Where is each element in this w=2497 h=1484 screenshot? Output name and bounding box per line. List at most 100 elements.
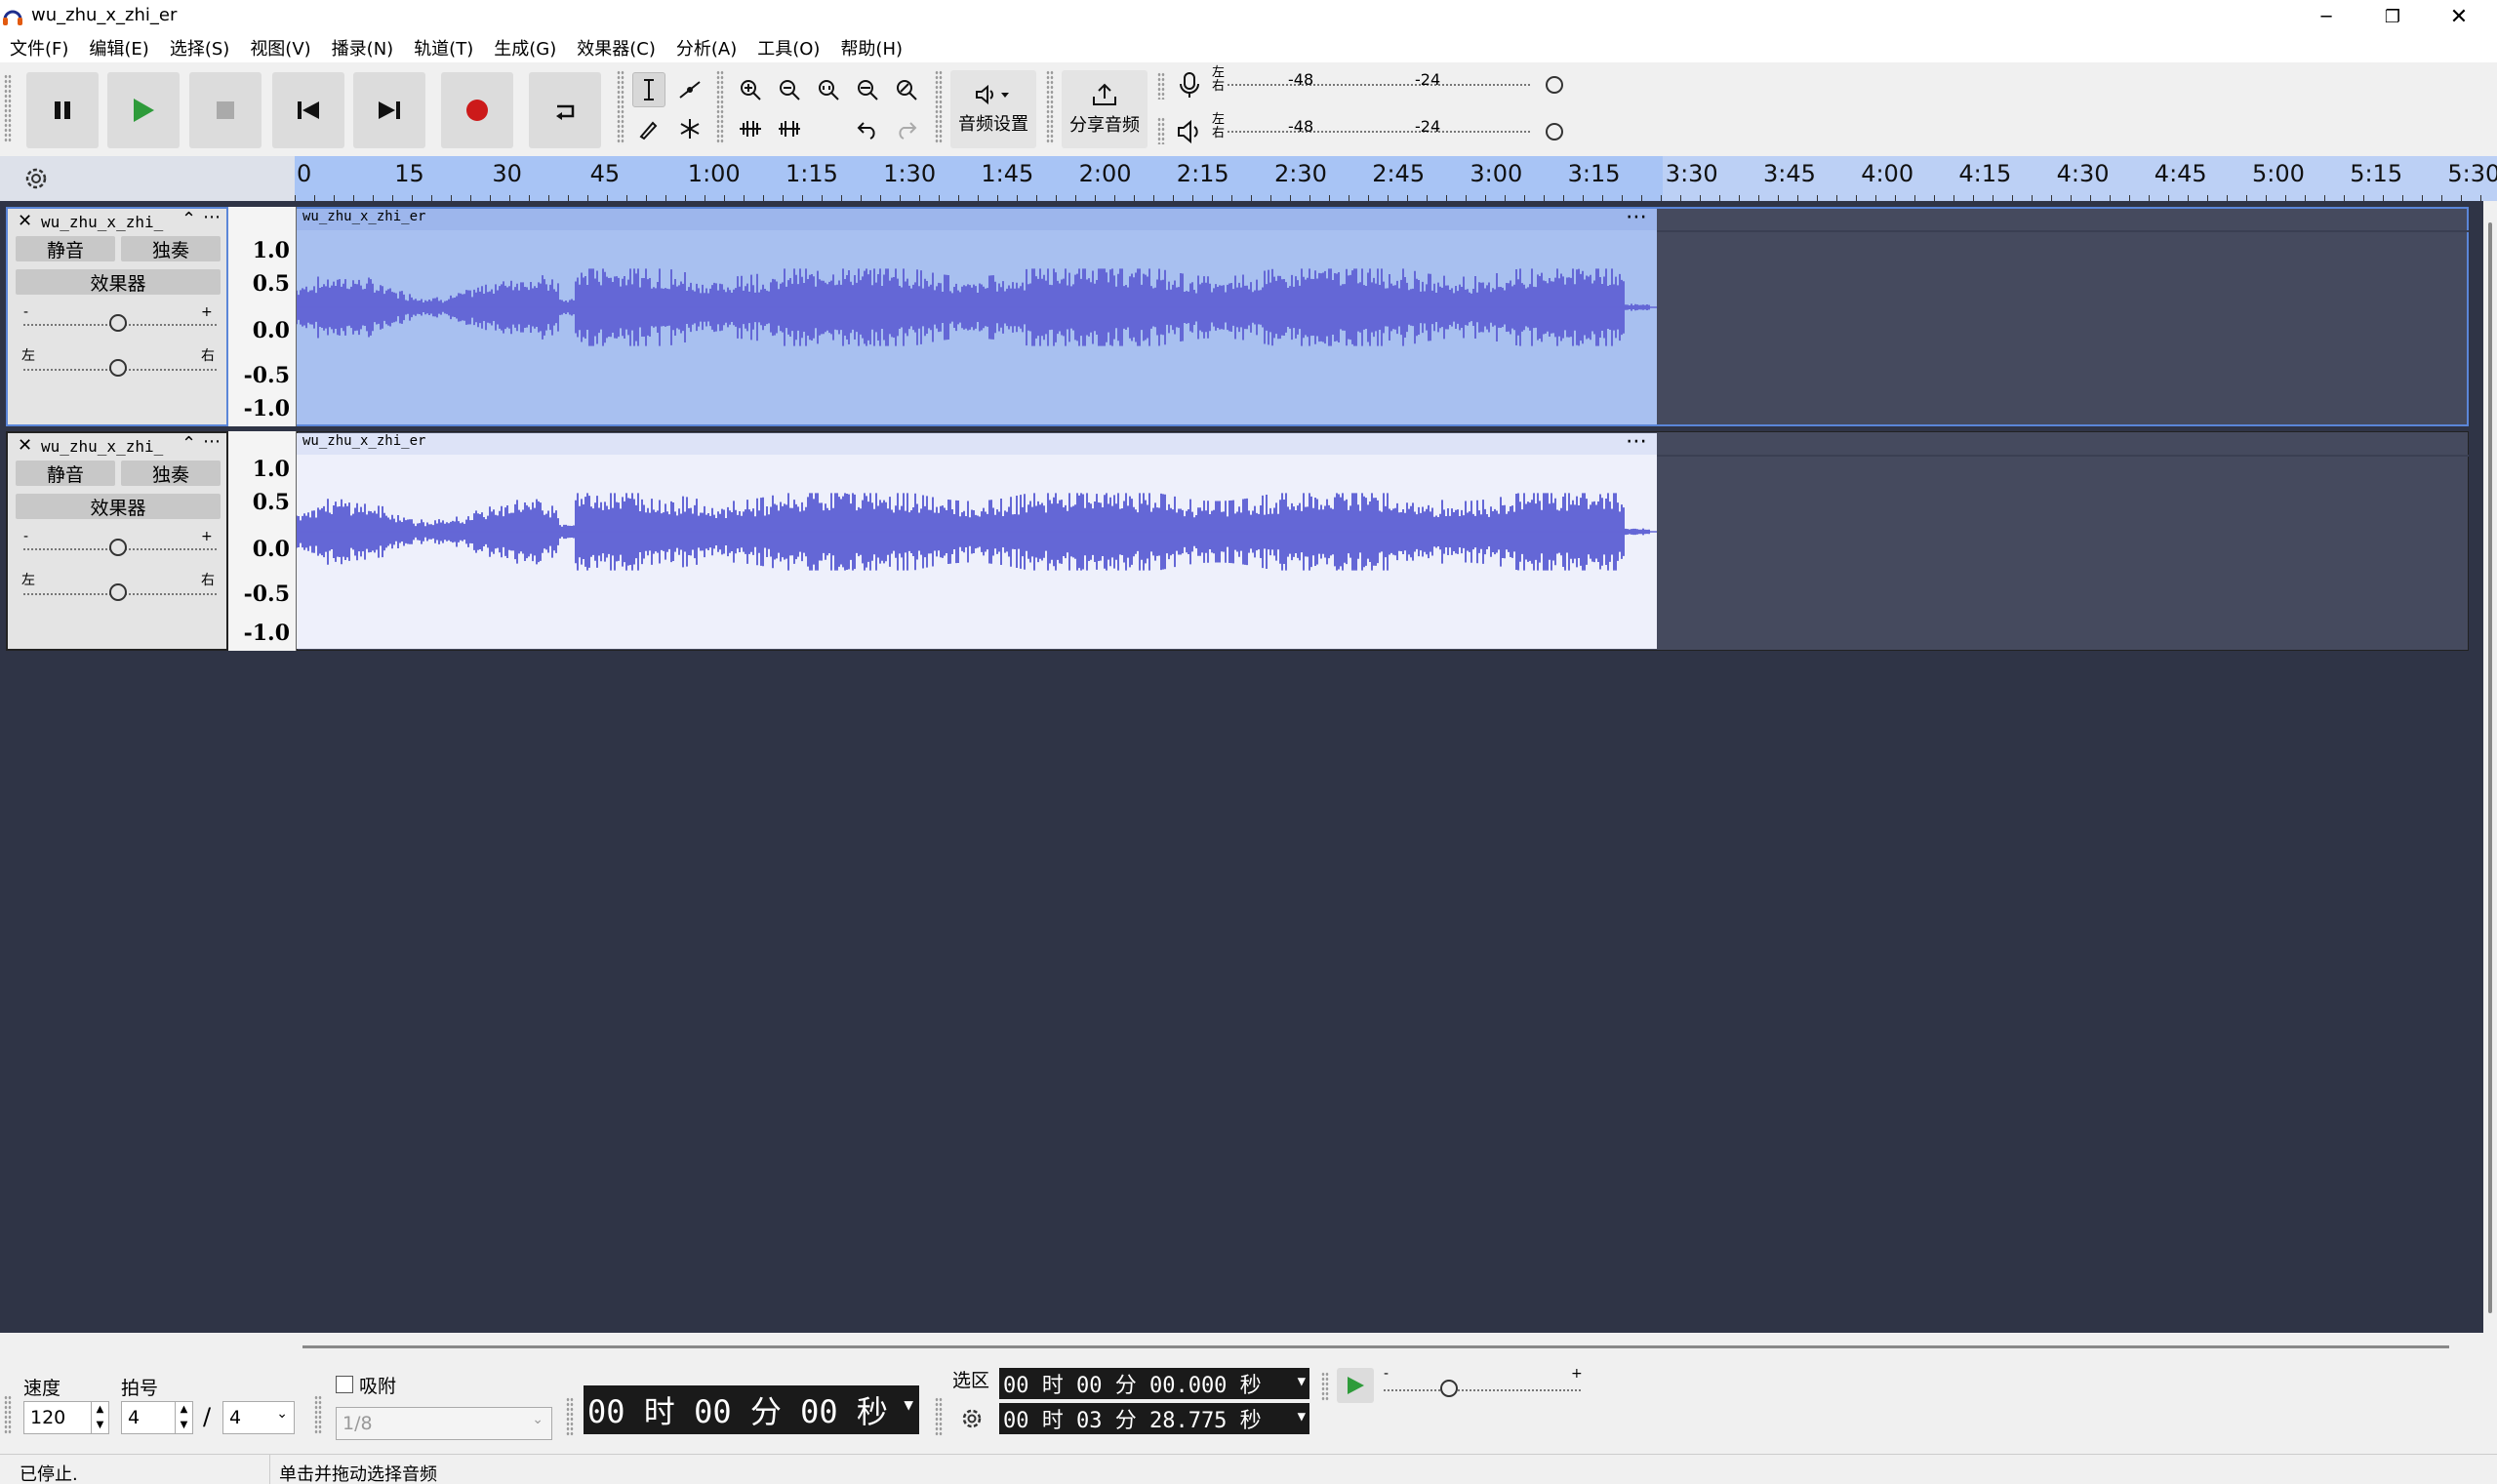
- time-sig-bottom-select[interactable]: 4 ⌄: [222, 1401, 295, 1434]
- menu-select[interactable]: 选择(S): [170, 35, 229, 60]
- time-grip[interactable]: [566, 1397, 574, 1436]
- minimize-button[interactable]: ─: [2293, 0, 2359, 33]
- play-meter-grip[interactable]: [1157, 117, 1165, 144]
- audio-setup-button[interactable]: 音频设置: [950, 70, 1036, 148]
- track-menu-icon[interactable]: ⋯: [203, 431, 221, 452]
- play-at-speed-button[interactable]: [1337, 1368, 1374, 1403]
- snap-select[interactable]: 1/8 ⌄: [336, 1407, 552, 1440]
- track-control-panel[interactable]: ✕ wu_zhu_x_zhi_ ⌃ ⋯ 静音 独奏 效果器 - + 左 右: [6, 207, 228, 426]
- effects-button[interactable]: 效果器: [16, 269, 221, 295]
- amplitude-scale[interactable]: 1.0 0.5 0.0 -0.5 -1.0: [228, 207, 297, 426]
- selection-start-display[interactable]: 00 时 00 分 00.000 秒 ▼: [999, 1368, 1309, 1399]
- vertical-scrollbar[interactable]: [2483, 201, 2497, 1333]
- track-menu-icon[interactable]: ⋯: [203, 207, 221, 227]
- record-meter-grip[interactable]: [1157, 72, 1165, 100]
- time-signature-grip[interactable]: [4, 1395, 12, 1434]
- close-window-button[interactable]: ✕: [2426, 0, 2492, 33]
- record-button[interactable]: [441, 72, 513, 148]
- clip-menu-icon[interactable]: ⋯: [1626, 429, 1647, 454]
- menu-transport[interactable]: 播录(N): [332, 35, 394, 60]
- record-meter-knob[interactable]: [1546, 76, 1563, 94]
- zoom-toggle-button[interactable]: [890, 72, 923, 107]
- microphone-icon[interactable]: [1175, 70, 1204, 100]
- trim-outside-button[interactable]: [734, 111, 767, 146]
- mute-button[interactable]: 静音: [16, 461, 115, 486]
- audio-clip[interactable]: wu_zhu_x_zhi_er ⋯: [297, 429, 1657, 649]
- clip-header[interactable]: wu_zhu_x_zhi_er: [297, 433, 1657, 455]
- share-grip[interactable]: [1046, 70, 1054, 144]
- playback-speed-slider[interactable]: [1440, 1380, 1458, 1397]
- horizontal-scrollbar[interactable]: [0, 1333, 2497, 1348]
- fit-project-button[interactable]: [851, 72, 884, 107]
- position-time-display[interactable]: 00 时 00 分 00 秒 ▼: [584, 1385, 919, 1434]
- track-area[interactable]: ✕ wu_zhu_x_zhi_ ⌃ ⋯ 静音 独奏 效果器 - + 左 右 1.…: [0, 201, 2483, 1333]
- share-audio-button[interactable]: 分享音频: [1062, 70, 1148, 148]
- pan-slider[interactable]: [109, 583, 127, 601]
- skip-to-start-button[interactable]: [272, 72, 344, 148]
- gain-slider[interactable]: [109, 539, 127, 556]
- record-meter[interactable]: -48 -24: [1228, 70, 1563, 98]
- timeline-settings-icon[interactable]: [21, 164, 51, 193]
- undo-button[interactable]: [851, 111, 884, 146]
- speaker-icon[interactable]: [1175, 117, 1204, 146]
- selection-settings-icon[interactable]: [958, 1405, 986, 1432]
- gain-slider[interactable]: [109, 314, 127, 332]
- time-format-dropdown-icon[interactable]: ▼: [1298, 1409, 1306, 1424]
- menu-file[interactable]: 文件(F): [10, 35, 68, 60]
- audio-clip[interactable]: wu_zhu_x_zhi_er ⋯: [297, 205, 1657, 424]
- zoom-out-button[interactable]: [773, 72, 806, 107]
- selection-end-display[interactable]: 00 时 03 分 28.775 秒 ▼: [999, 1403, 1309, 1434]
- loop-button[interactable]: [529, 72, 601, 148]
- tools-grip[interactable]: [617, 70, 624, 144]
- clip-menu-icon[interactable]: ⋯: [1626, 205, 1647, 229]
- playback-meter-knob[interactable]: [1546, 123, 1563, 140]
- playback-meter[interactable]: -48 -24: [1228, 117, 1563, 144]
- solo-button[interactable]: 独奏: [121, 236, 221, 261]
- zoom-in-button[interactable]: [734, 72, 767, 107]
- time-format-dropdown-icon[interactable]: ▼: [1298, 1374, 1306, 1389]
- vertical-scroll-thumb[interactable]: [2488, 222, 2492, 1313]
- audio-setup-grip[interactable]: [935, 70, 943, 144]
- restore-button[interactable]: ❐: [2359, 0, 2426, 33]
- solo-button[interactable]: 独奏: [121, 461, 221, 486]
- menu-tools[interactable]: 工具(O): [757, 35, 820, 60]
- play-button[interactable]: [107, 72, 180, 148]
- redo-button[interactable]: [890, 111, 923, 146]
- menu-tracks[interactable]: 轨道(T): [414, 35, 473, 60]
- tempo-stepper-icon[interactable]: ▲ ▼: [91, 1402, 108, 1433]
- stop-button[interactable]: [189, 72, 262, 148]
- track-control-panel[interactable]: ✕ wu_zhu_x_zhi_ ⌃ ⋯ 静音 独奏 效果器 - + 左 右: [6, 431, 228, 651]
- silence-selection-button[interactable]: [773, 111, 806, 146]
- pause-button[interactable]: [26, 72, 99, 148]
- play-at-speed-grip[interactable]: [1321, 1372, 1329, 1401]
- snap-grip[interactable]: [314, 1395, 322, 1434]
- skip-to-end-button[interactable]: [353, 72, 425, 148]
- menu-generate[interactable]: 生成(G): [494, 35, 556, 60]
- tempo-input[interactable]: 120 ▲ ▼: [23, 1401, 109, 1434]
- edit-grip[interactable]: [716, 70, 724, 144]
- menu-analyze[interactable]: 分析(A): [676, 35, 737, 60]
- waveform[interactable]: [297, 230, 1657, 424]
- mute-button[interactable]: 静音: [16, 236, 115, 261]
- close-track-icon[interactable]: ✕: [18, 211, 32, 231]
- menu-effect[interactable]: 效果器(C): [577, 35, 656, 60]
- waveform[interactable]: [297, 455, 1657, 649]
- draw-tool-button[interactable]: [632, 111, 665, 146]
- effects-button[interactable]: 效果器: [16, 494, 221, 519]
- menu-edit[interactable]: 编辑(E): [89, 35, 148, 60]
- time-sig-stepper-icon[interactable]: ▲ ▼: [175, 1402, 192, 1433]
- menu-help[interactable]: 帮助(H): [840, 35, 903, 60]
- envelope-tool-button[interactable]: [673, 72, 706, 107]
- multi-tool-button[interactable]: [673, 111, 706, 146]
- close-track-icon[interactable]: ✕: [18, 435, 32, 456]
- track-name[interactable]: wu_zhu_x_zhi_: [41, 213, 163, 231]
- collapse-icon[interactable]: ⌃: [181, 209, 196, 229]
- amplitude-scale[interactable]: 1.0 0.5 0.0 -0.5 -1.0: [228, 431, 297, 651]
- toolbar-grip[interactable]: [4, 74, 12, 142]
- fit-selection-button[interactable]: [812, 72, 845, 107]
- snap-checkbox[interactable]: [336, 1376, 353, 1393]
- clip-header[interactable]: wu_zhu_x_zhi_er: [297, 209, 1657, 230]
- time-sig-top-input[interactable]: 4 ▲ ▼: [121, 1401, 193, 1434]
- selection-grip[interactable]: [935, 1397, 943, 1436]
- time-format-dropdown-icon[interactable]: ▼: [904, 1395, 913, 1414]
